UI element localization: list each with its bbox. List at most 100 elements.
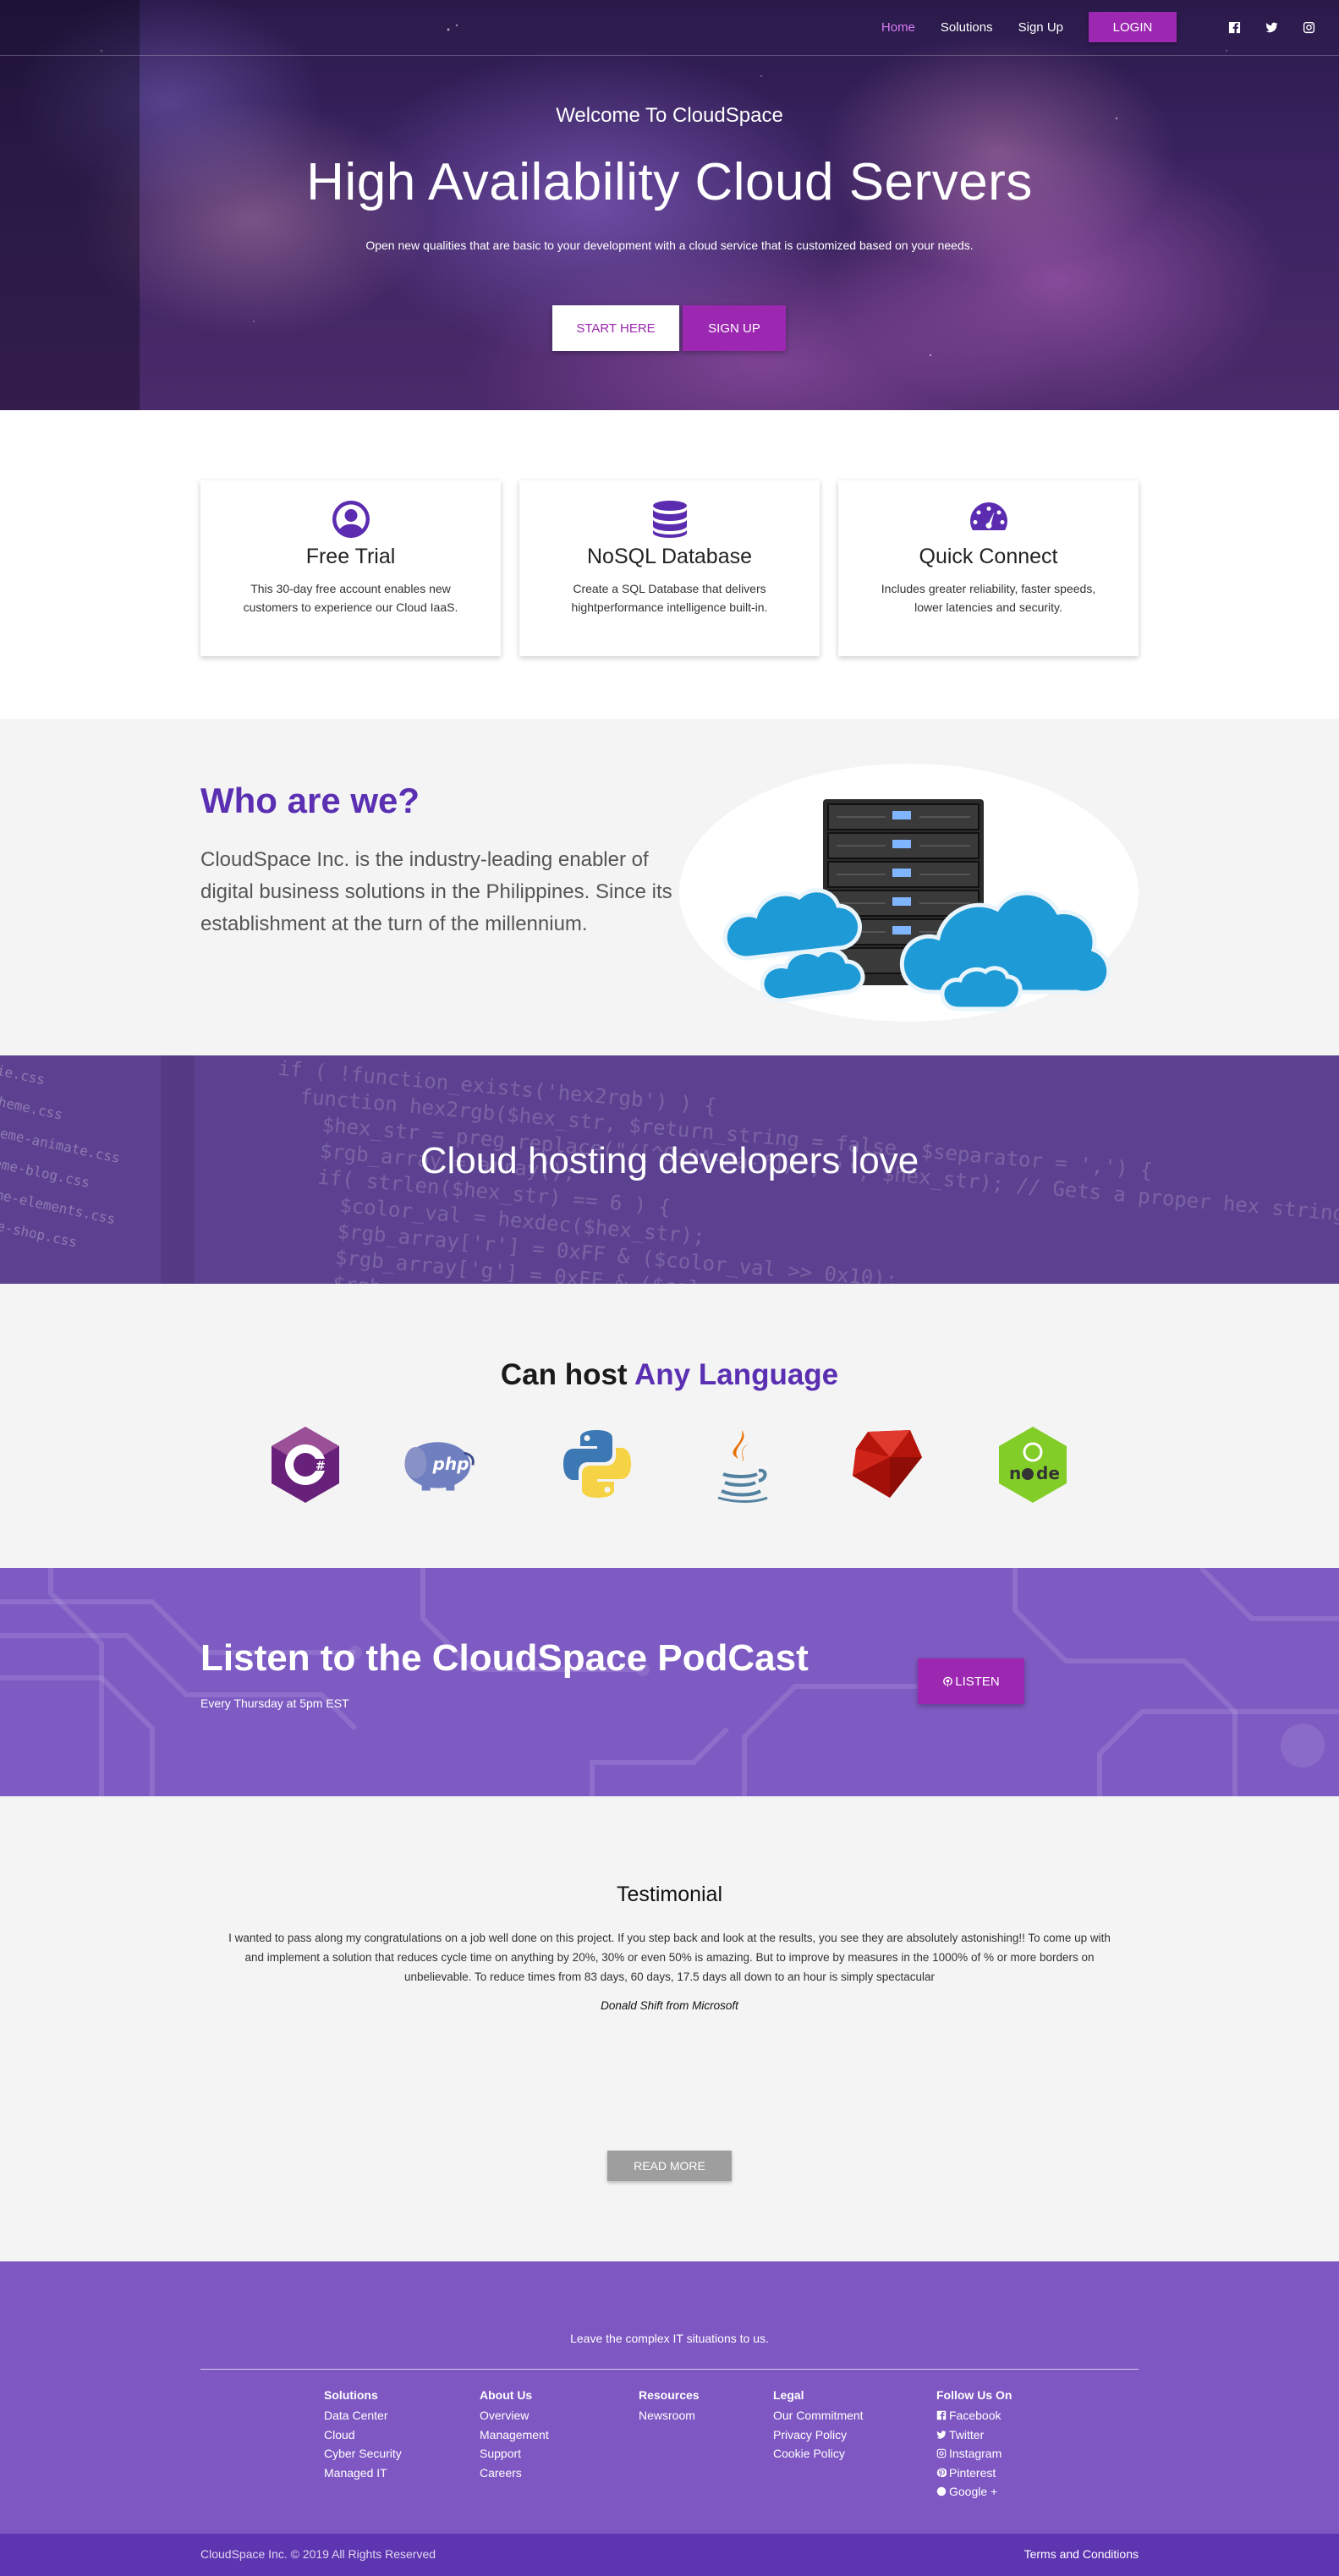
python-logo xyxy=(557,1423,638,1504)
feature-description: Includes greater reliability, faster spe… xyxy=(881,582,1096,614)
footer-social-label: Instagram xyxy=(949,2447,1002,2460)
user-circle-icon xyxy=(331,499,371,540)
footer-column-solutions: Solutions Data Center Cloud Cyber Securi… xyxy=(324,2388,402,2482)
hero-buttons: START HERE SIGN UP xyxy=(552,305,786,351)
listen-button[interactable]: LISTEN xyxy=(918,1658,1024,1704)
pinterest-icon xyxy=(936,2468,947,2477)
terms-link[interactable]: Terms and Conditions xyxy=(1024,2547,1139,2561)
footer-column-legal: Legal Our Commitment Privacy Policy Cook… xyxy=(773,2388,864,2464)
languages-title-accent: Any Language xyxy=(634,1358,839,1391)
footer-tagline: Leave the complex IT situations to us. xyxy=(570,2332,769,2345)
footer-link[interactable]: Cloud xyxy=(324,2425,402,2445)
podcast-icon xyxy=(943,1676,953,1687)
hero-subtitle: Open new qualities that are basic to you… xyxy=(365,238,974,252)
hero-title: High Availability Cloud Servers xyxy=(306,153,1033,211)
database-icon xyxy=(650,499,690,540)
sign-up-button[interactable]: SIGN UP xyxy=(683,305,786,351)
feature-description: This 30-day free account enables new cus… xyxy=(243,582,458,614)
hero-welcome-text: Welcome To CloudSpace xyxy=(556,104,783,127)
footer-link[interactable]: Privacy Policy xyxy=(773,2425,864,2445)
read-more-button[interactable]: READ MORE xyxy=(607,2151,732,2181)
footer-link[interactable]: Overview xyxy=(480,2406,549,2425)
nodejs-logo: n de xyxy=(992,1423,1073,1504)
svg-text:de: de xyxy=(1036,1463,1060,1483)
footer-social-label: Pinterest xyxy=(949,2465,996,2480)
footer-link[interactable]: Management xyxy=(480,2425,549,2445)
instagram-icon xyxy=(936,2449,947,2458)
google-plus-icon xyxy=(936,2487,947,2497)
footer-link[interactable]: Managed IT xyxy=(324,2464,402,2483)
footer-column-heading: About Us xyxy=(480,2388,533,2402)
podcast-title: Listen to the CloudSpace PodCast xyxy=(200,1637,809,1679)
footer-social-twitter[interactable]: Twitter xyxy=(936,2425,1012,2445)
csharp-logo: # xyxy=(265,1423,346,1504)
nav-home-link[interactable]: Home xyxy=(881,20,915,35)
footer-link[interactable]: Data Center xyxy=(324,2406,402,2425)
nav-links: Home Solutions Sign Up LOGIN xyxy=(881,0,1339,54)
svg-text:n: n xyxy=(1009,1463,1021,1483)
footer-divider xyxy=(200,2369,1139,2370)
languages-title-prefix: Can host xyxy=(500,1358,634,1391)
footer-link[interactable]: Cyber Security xyxy=(324,2444,402,2464)
testimonial-author: Donald Shift from Microsoft xyxy=(601,1999,738,2012)
php-logo: php xyxy=(398,1423,511,1504)
login-button[interactable]: LOGIN xyxy=(1089,12,1177,42)
nav-signup-link[interactable]: Sign Up xyxy=(1018,20,1063,35)
about-title: Who are we? xyxy=(200,781,420,820)
footer: Leave the complex IT situations to us. S… xyxy=(0,2261,1339,2534)
twitter-icon[interactable] xyxy=(1265,20,1278,34)
footer-social-instagram[interactable]: Instagram xyxy=(936,2444,1012,2464)
nav-solutions-link[interactable]: Solutions xyxy=(941,20,993,35)
footer-link[interactable]: Careers xyxy=(480,2464,549,2483)
java-logo xyxy=(700,1423,781,1504)
features-section: Free Trial This 30-day free account enab… xyxy=(0,410,1339,719)
feature-description: Create a SQL Database that delivers high… xyxy=(571,582,768,614)
developer-banner-title: Cloud hosting developers love xyxy=(420,1140,919,1181)
footer-social-facebook[interactable]: Facebook xyxy=(936,2406,1012,2425)
footer-link[interactable]: Newsroom xyxy=(639,2406,700,2425)
footer-column-heading: Follow Us On xyxy=(936,2388,1012,2402)
about-text: CloudSpace Inc. is the industry-leading … xyxy=(200,848,672,935)
footer-column-heading: Legal xyxy=(773,2388,804,2402)
footer-bottom-bar: CloudSpace Inc. © 2019 All Rights Reserv… xyxy=(0,2534,1339,2576)
footer-link[interactable]: Our Commitment xyxy=(773,2406,864,2425)
cloud-servers-illustration xyxy=(679,764,1139,1022)
footer-social-google-plus[interactable]: Google + xyxy=(936,2482,1012,2502)
facebook-icon xyxy=(936,2411,947,2420)
ruby-logo xyxy=(846,1423,927,1504)
circuit-background xyxy=(0,1568,1339,1796)
footer-column-follow: Follow Us On Facebook Twitter Instagram … xyxy=(936,2388,1012,2502)
instagram-icon[interactable] xyxy=(1302,20,1315,34)
footer-column-about: About Us Overview Management Support Car… xyxy=(480,2388,549,2482)
about-section: Who are we? CloudSpace Inc. is the indus… xyxy=(0,749,1339,1055)
footer-link[interactable]: Support xyxy=(480,2444,549,2464)
twitter-icon xyxy=(936,2431,947,2439)
footer-social-label: Facebook xyxy=(949,2409,1002,2422)
svg-text:#: # xyxy=(316,1460,326,1473)
footer-column-heading: Resources xyxy=(639,2388,700,2402)
feature-card-nosql: NoSQL Database Create a SQL Database tha… xyxy=(519,480,820,656)
top-navbar: Home Solutions Sign Up LOGIN xyxy=(0,0,1339,56)
feature-title: Quick Connect xyxy=(919,545,1058,568)
languages-title: Can host Any Language xyxy=(0,1358,1339,1392)
start-here-button[interactable]: START HERE xyxy=(552,305,679,351)
copyright-text: CloudSpace Inc. © 2019 All Rights Reserv… xyxy=(200,2547,436,2561)
feature-title: Free Trial xyxy=(305,545,396,568)
facebook-icon[interactable] xyxy=(1227,20,1241,34)
testimonial-heading: Testimonial xyxy=(616,1883,723,1906)
footer-social-label: Google + xyxy=(949,2485,998,2498)
footer-social-label: Twitter xyxy=(949,2427,985,2442)
feature-title: NoSQL Database xyxy=(586,545,753,568)
testimonial-quote: I wanted to pass along my congratulation… xyxy=(228,1932,1111,1983)
footer-link[interactable]: Cookie Policy xyxy=(773,2444,864,2464)
testimonial-section: Testimonial I wanted to pass along my co… xyxy=(0,1796,1339,2261)
hero-section: Home Solutions Sign Up LOGIN Welcome To … xyxy=(0,0,1339,410)
listen-button-label: LISTEN xyxy=(955,1674,1000,1689)
podcast-section: Listen to the CloudSpace PodCast Every T… xyxy=(0,1568,1339,1796)
footer-social-pinterest[interactable]: Pinterest xyxy=(936,2464,1012,2483)
speedometer-icon xyxy=(969,499,1009,540)
footer-column-resources: Resources Newsroom xyxy=(639,2388,700,2425)
feature-card-quick-connect: Quick Connect Includes greater reliabili… xyxy=(838,480,1139,656)
developer-banner: ie.css theme.css theme-animate.css theme… xyxy=(0,1055,1339,1284)
svg-text:php: php xyxy=(432,1454,469,1474)
